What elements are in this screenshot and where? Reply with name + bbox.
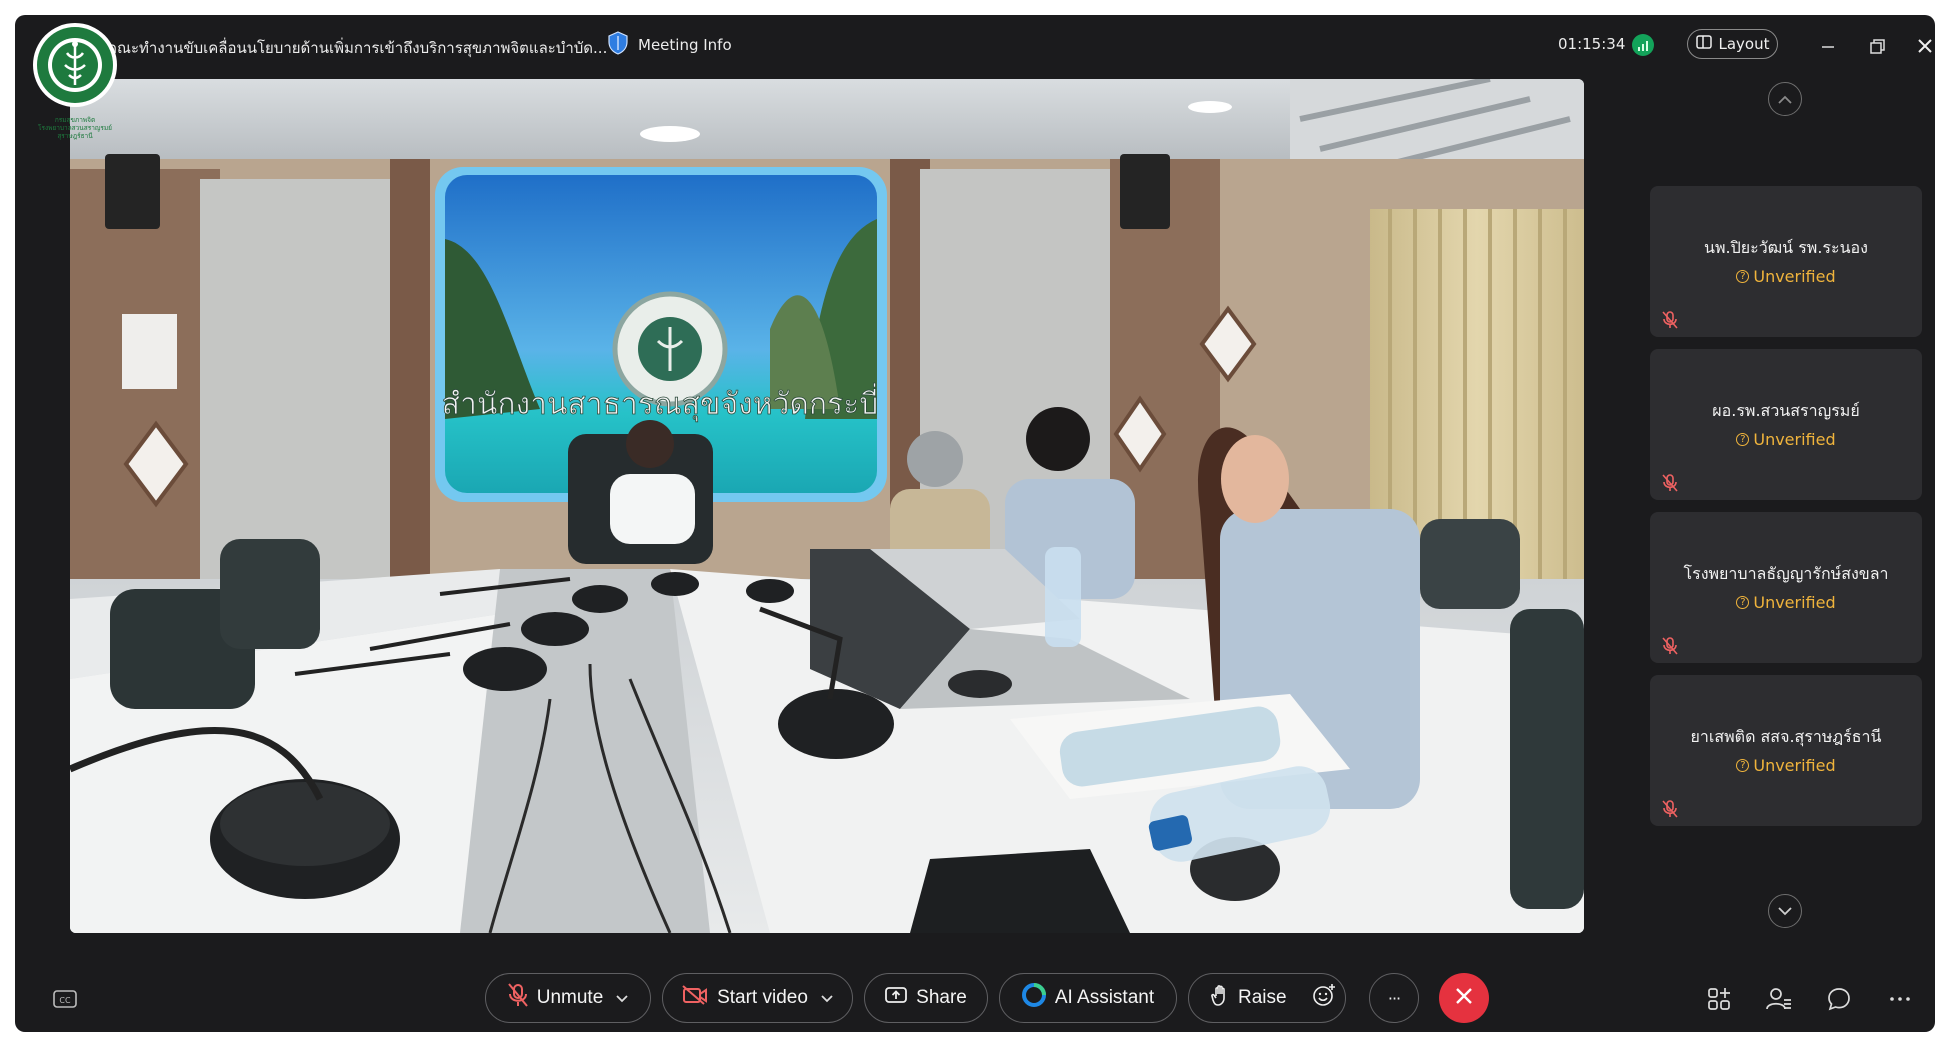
participant-status: ? Unverified xyxy=(1650,267,1922,286)
captions-icon[interactable]: CC xyxy=(51,985,79,1013)
logo-caption-line3: สุราษฎร์ธานี xyxy=(57,132,93,140)
participant-tile[interactable]: โรงพยาบาลธัญญารักษ์สงขลา ? Unverified xyxy=(1650,512,1922,663)
end-call-button[interactable] xyxy=(1439,973,1489,1023)
ai-assistant-icon xyxy=(1021,983,1046,1013)
share-icon xyxy=(885,986,908,1010)
participant-name: นพ.ปิยะวัฒน์ รพ.ระนอง xyxy=(1704,238,1868,257)
layout-label: Layout xyxy=(1718,35,1770,53)
shield-icon xyxy=(608,31,628,59)
raise-label: Raise xyxy=(1238,987,1287,1008)
share-button[interactable]: Share xyxy=(864,973,988,1023)
participant-status: ? Unverified xyxy=(1650,593,1922,612)
scroll-down-button[interactable] xyxy=(1768,894,1802,928)
participant-status: ? Unverified xyxy=(1650,430,1922,449)
video-off-icon xyxy=(682,985,708,1011)
apps-icon[interactable] xyxy=(1705,985,1733,1013)
meeting-info-button[interactable]: Meeting Info xyxy=(608,30,732,60)
participant-tile[interactable]: ผอ.รพ.สวนสราญรมย์ ? Unverified xyxy=(1650,349,1922,500)
mic-off-icon xyxy=(1662,800,1678,818)
end-call-icon xyxy=(1455,987,1473,1009)
participant-status-label: Unverified xyxy=(1753,756,1836,775)
connection-signal-icon[interactable] xyxy=(1632,34,1654,56)
help-circle-icon: ? xyxy=(1736,759,1750,772)
share-label: Share xyxy=(916,987,967,1008)
restore-icon[interactable] xyxy=(1866,35,1888,57)
raise-hand-button[interactable]: Raise xyxy=(1188,973,1346,1023)
meeting-info-label: Meeting Info xyxy=(638,36,732,54)
participant-tile[interactable]: นพ.ปิยะวัฒน์ รพ.ระนอง ? Unverified xyxy=(1650,186,1922,337)
more-options-button[interactable]: ··· xyxy=(1369,973,1419,1023)
close-icon[interactable] xyxy=(1914,35,1935,57)
minimize-icon[interactable] xyxy=(1817,35,1839,57)
more-icon: ··· xyxy=(1387,988,1401,1008)
help-circle-icon: ? xyxy=(1736,596,1750,609)
start-video-label: Start video xyxy=(717,987,808,1008)
mic-off-icon xyxy=(1662,311,1678,329)
chevron-down-icon[interactable] xyxy=(616,987,628,1009)
participant-name: ผอ.รพ.สวนสราญรมย์ xyxy=(1712,401,1860,420)
participant-status-label: Unverified xyxy=(1753,267,1836,286)
logo-caption-line1: กรมสุขภาพจิต xyxy=(55,116,95,124)
participant-status-label: Unverified xyxy=(1753,593,1836,612)
ministry-logo: กรมสุขภาพจิต โรงพยาบาลสวนสราญรมย์ สุราษฎ… xyxy=(29,23,124,143)
participant-name: ยาเสพติด สสจ.สุราษฎร์ธานี xyxy=(1690,727,1882,746)
title-bar: กรมสุขภาพจิต โรงพยาบาลสวนสราญรมย์ สุราษฎ… xyxy=(15,15,1935,140)
participant-status: ? Unverified xyxy=(1650,756,1922,775)
reaction-icon[interactable] xyxy=(1312,983,1336,1013)
participants-icon[interactable] xyxy=(1765,985,1793,1013)
help-circle-icon: ? xyxy=(1736,433,1750,446)
meeting-window: กรมสุขภาพจิต โรงพยาบาลสวนสราญรมย์ สุราษฎ… xyxy=(15,15,1935,1032)
participant-status-label: Unverified xyxy=(1753,430,1836,449)
help-circle-icon: ? xyxy=(1736,270,1750,283)
wall-sign-text: สำนักงานสาธารณสุขจังหวัดกระบี่ xyxy=(442,383,879,423)
start-video-button[interactable]: Start video xyxy=(662,973,853,1023)
overflow-icon[interactable] xyxy=(1886,985,1914,1013)
mic-off-icon xyxy=(1662,474,1678,492)
participant-tile[interactable]: ยาเสพติด สสจ.สุราษฎร์ธานี ? Unverified xyxy=(1650,675,1922,826)
ai-assistant-button[interactable]: AI Assistant xyxy=(999,973,1177,1023)
chat-icon[interactable] xyxy=(1825,985,1853,1013)
mic-off-icon xyxy=(507,983,528,1013)
unmute-button[interactable]: Unmute xyxy=(485,973,651,1023)
chevron-down-icon[interactable] xyxy=(821,987,833,1009)
ai-assistant-label: AI Assistant xyxy=(1054,987,1155,1008)
meeting-title: คณะทำงานขับเคลื่อนนโยบายด้านเพิ่มการเข้า… xyxy=(107,39,608,57)
raise-hand-icon xyxy=(1211,984,1229,1012)
participant-name: โรงพยาบาลธัญญารักษ์สงขลา xyxy=(1683,564,1889,583)
scroll-up-button[interactable] xyxy=(1768,82,1802,116)
layout-button[interactable]: Layout xyxy=(1687,29,1778,59)
mic-off-icon xyxy=(1662,637,1678,655)
logo-caption-line2: โรงพยาบาลสวนสราญรมย์ xyxy=(38,124,112,132)
unmute-label: Unmute xyxy=(536,987,604,1008)
meeting-timer: 01:15:34 xyxy=(1558,35,1626,53)
svg-text:CC: CC xyxy=(59,996,71,1005)
main-video-feed[interactable]: สำนักงานสาธารณสุขจังหวัดกระบี่ xyxy=(70,79,1584,933)
layout-icon xyxy=(1695,35,1712,53)
